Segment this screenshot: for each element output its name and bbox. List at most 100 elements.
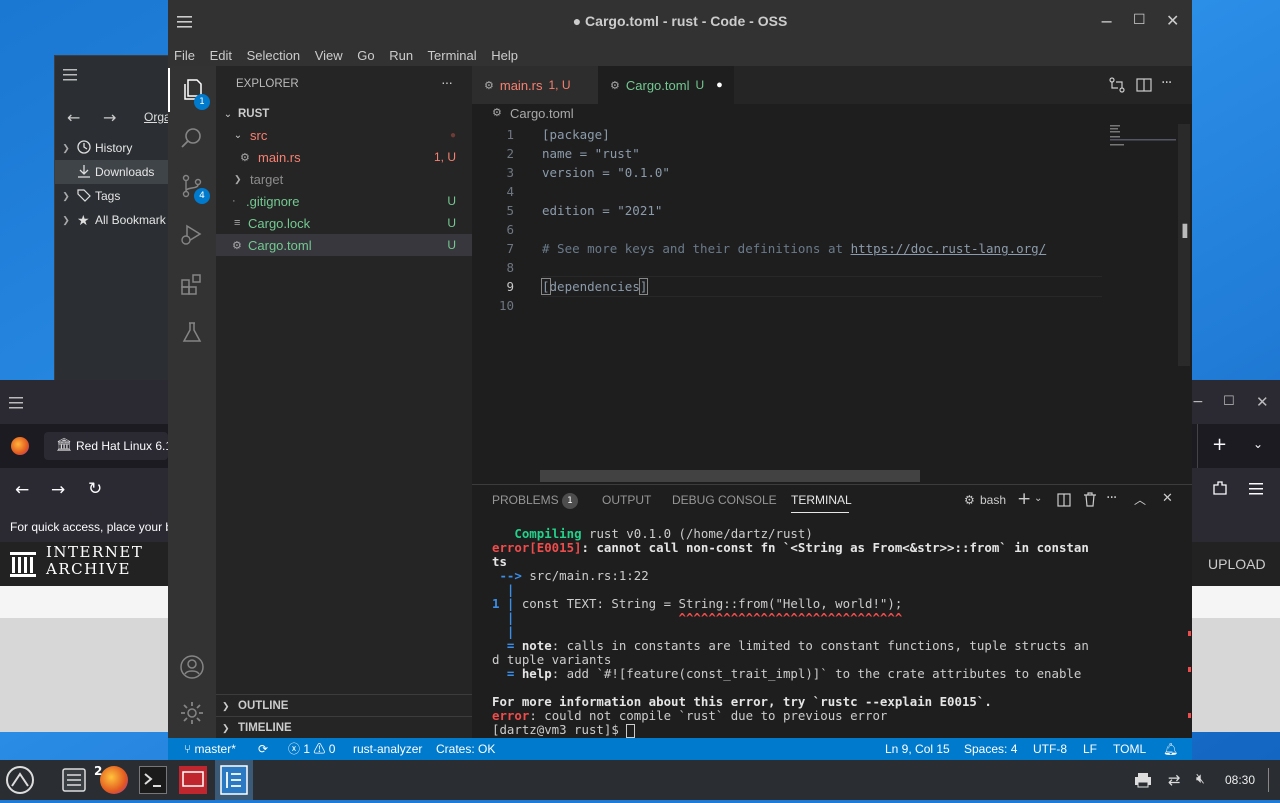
cursor-position[interactable]: Ln 9, Col 15 <box>885 738 950 760</box>
settings-gear-icon[interactable] <box>179 700 205 729</box>
more-actions-icon[interactable]: ··· <box>1161 75 1172 91</box>
hamburger-icon[interactable] <box>63 68 79 82</box>
firefox-tab[interactable]: 🏛 Red Hat Linux 6.1 <box>44 432 168 460</box>
menu-selection[interactable]: Selection <box>247 48 300 63</box>
menu-file[interactable]: File <box>174 48 195 63</box>
library-item-downloads[interactable]: Downloads <box>55 160 171 184</box>
rust-analyzer-status[interactable]: rust-analyzer <box>353 738 422 760</box>
editor-vertical-scrollbar[interactable] <box>1178 124 1190 366</box>
forward-arrow-icon[interactable]: → <box>51 480 65 500</box>
terminal-output[interactable]: Compiling rust v0.1.0 (/home/dartz/rust)… <box>492 527 1182 738</box>
tree-item-cargo-toml[interactable]: ⚙ Cargo.toml U <box>216 234 472 256</box>
panel-tab-output[interactable]: OUTPUT <box>602 493 651 507</box>
tree-item-gitignore[interactable]: · .gitignore U <box>216 190 472 212</box>
vscode-taskbar-active[interactable] <box>215 760 253 800</box>
end-of-line[interactable]: LF <box>1083 738 1097 760</box>
organize-menu[interactable]: Orga <box>144 110 171 124</box>
tree-item-cargo-lock[interactable]: ≡ Cargo.lock U <box>216 212 472 234</box>
extensions-icon[interactable] <box>1211 479 1229 500</box>
run-debug-icon[interactable] <box>180 222 204 249</box>
hamburger-icon[interactable] <box>177 15 193 32</box>
tab-cargo-toml[interactable]: ⚙ Cargo.toml U ● <box>598 66 734 104</box>
printer-icon[interactable] <box>1134 772 1152 791</box>
maximize-icon[interactable]: ☐ <box>1133 12 1146 28</box>
close-icon[interactable]: ✕ <box>1166 11 1179 30</box>
panel-tab-terminal[interactable]: TERMINAL <box>791 493 852 507</box>
tree-item-target[interactable]: ❯ target <box>216 168 472 190</box>
app-launcher-icon[interactable] <box>6 766 34 794</box>
outline-section[interactable]: ❯ OUTLINE <box>216 695 472 717</box>
new-terminal-icon[interactable]: + <box>1017 489 1031 509</box>
minimize-icon[interactable]: − <box>1100 12 1113 31</box>
library-item-all-bookmarks[interactable]: ❯ ★ All Bookmark <box>55 208 171 232</box>
chevron-down-icon[interactable]: ⌄ <box>1253 437 1263 451</box>
menu-run[interactable]: Run <box>389 48 413 63</box>
terminal-taskbar-icon[interactable] <box>139 766 167 794</box>
indentation[interactable]: Spaces: 4 <box>964 738 1017 760</box>
internet-archive-logo-icon[interactable] <box>9 549 39 582</box>
breadcrumb[interactable]: Cargo.toml <box>510 106 574 121</box>
menu-terminal[interactable]: Terminal <box>428 48 477 63</box>
code-line: 7 # See more keys and their definitions a… <box>472 239 1102 258</box>
close-panel-icon[interactable]: ✕ <box>1162 491 1173 506</box>
unsaved-dot-icon[interactable]: ● <box>716 79 723 91</box>
reload-icon[interactable]: ↻ <box>88 479 102 499</box>
chevron-down-icon: ⌄ <box>223 108 233 120</box>
library-back-button[interactable]: ← <box>67 108 80 127</box>
library-forward-button[interactable]: → <box>103 108 116 127</box>
crates-status[interactable]: Crates: OK <box>436 738 495 760</box>
firefox-taskbar-icon[interactable] <box>100 766 128 794</box>
close-icon[interactable]: ✕ <box>1256 393 1269 411</box>
app-taskbar-icon[interactable] <box>179 766 207 794</box>
panel-tab-debug-console[interactable]: DEBUG CONSOLE <box>672 493 777 507</box>
menu-edit[interactable]: Edit <box>210 48 232 63</box>
trash-icon[interactable] <box>1083 492 1097 510</box>
split-editor-icon[interactable] <box>1136 77 1152 96</box>
code-line: 3 version = "0.1.0" <box>472 163 1102 182</box>
split-terminal-icon[interactable] <box>1057 493 1071 510</box>
bell-icon[interactable]: 🔔︎ <box>1163 738 1178 760</box>
explorer-more-icon[interactable]: ··· <box>441 74 453 90</box>
testing-flask-icon[interactable] <box>180 320 204 347</box>
branch-status[interactable]: ⑂ master* <box>184 738 236 760</box>
account-icon[interactable] <box>179 654 205 683</box>
file-manager-icon[interactable] <box>60 766 88 794</box>
tree-item-main-rs[interactable]: ⚙ main.rs 1, U <box>216 146 472 168</box>
library-item-tags[interactable]: ❯ Tags <box>55 184 171 208</box>
new-tab-icon[interactable]: + <box>1212 434 1227 455</box>
minimize-icon[interactable]: − <box>1192 394 1204 410</box>
chevron-down-icon[interactable]: ⌄ <box>1034 493 1042 504</box>
terminal-shell-label[interactable]: bash <box>980 493 1006 507</box>
encoding[interactable]: UTF-8 <box>1033 738 1067 760</box>
show-desktop-button[interactable] <box>1268 768 1269 792</box>
search-icon[interactable] <box>180 126 204 153</box>
menu-view[interactable]: View <box>315 48 343 63</box>
back-arrow-icon[interactable]: ← <box>15 480 29 500</box>
problems-status[interactable]: ⓧ 1 ⚠ 0 <box>288 738 335 760</box>
tab-main-rs[interactable]: ⚙ main.rs 1, U <box>472 66 598 104</box>
sync-icon[interactable]: ⟳ <box>258 738 268 760</box>
library-item-history[interactable]: ❯ History <box>55 136 171 160</box>
panel-tab-problems[interactable]: PROBLEMS <box>492 493 559 507</box>
maximize-icon[interactable]: ☐ <box>1223 394 1235 409</box>
language-mode[interactable]: TOML <box>1113 738 1146 760</box>
more-actions-icon[interactable]: ··· <box>1106 490 1117 506</box>
timeline-section[interactable]: ❯ TIMELINE <box>216 717 472 739</box>
menu-go[interactable]: Go <box>357 48 374 63</box>
tree-item-src[interactable]: ⌄ src ● <box>216 124 472 146</box>
extensions-icon[interactable] <box>180 272 204 299</box>
tag-icon <box>77 188 95 205</box>
maximize-panel-icon[interactable]: ︿ <box>1134 491 1146 508</box>
workspace-root[interactable]: ⌄ RUST <box>216 103 472 125</box>
app-menu-icon[interactable] <box>1249 482 1265 499</box>
network-icon[interactable]: ⇄ <box>1168 771 1181 789</box>
minimap[interactable] <box>1108 124 1178 154</box>
menu-help[interactable]: Help <box>491 48 518 63</box>
upload-button[interactable]: UPLOAD <box>1192 552 1280 576</box>
code-editor[interactable]: ⚙ Cargo.toml 1 [package] 2 name = "rust" 3 ve… <box>472 104 1192 484</box>
docs-link[interactable]: https://doc.rust-lang.org/ <box>851 241 1047 256</box>
hamburger-icon[interactable] <box>9 396 25 413</box>
open-changes-icon[interactable] <box>1109 77 1125 96</box>
editor-horizontal-scrollbar[interactable] <box>540 470 920 482</box>
volume-muted-icon[interactable]: 🔇︎ <box>1196 771 1205 787</box>
